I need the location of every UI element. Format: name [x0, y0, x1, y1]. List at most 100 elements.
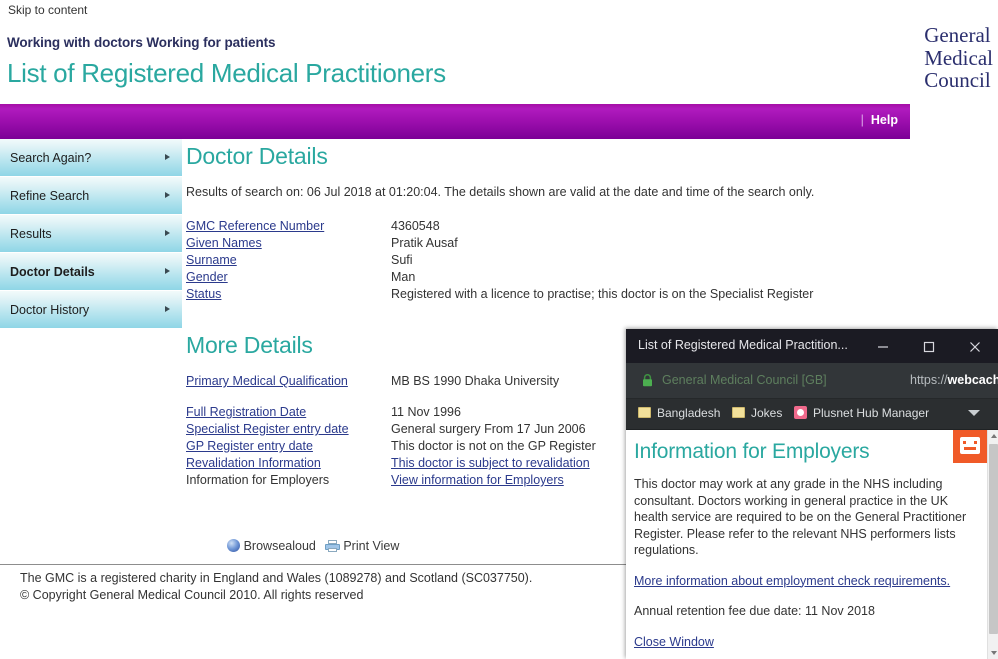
spacer-cell — [186, 391, 391, 405]
printer-icon — [325, 539, 341, 552]
maximize-button[interactable] — [906, 329, 952, 363]
detail-value-cell: Pratik Ausaf — [391, 236, 458, 250]
folder-icon — [638, 407, 651, 418]
detail-value-cell: View information for Employers — [391, 473, 596, 490]
chevron-right-icon — [165, 230, 170, 236]
table-row: Gender Man — [186, 270, 813, 287]
detail-label-cell: Full Registration Date — [186, 405, 391, 422]
close-button[interactable] — [952, 329, 998, 363]
url-domain: webcache.gmc-uk. — [947, 373, 998, 387]
chevron-down-icon[interactable] — [968, 410, 980, 416]
detail-label-cell: Information for Employers — [186, 473, 330, 487]
sidebar-item-label: Results — [10, 227, 52, 241]
skip-to-content-link[interactable]: Skip to content — [8, 3, 87, 17]
sidebar-item-doctor-details[interactable]: Doctor Details — [0, 253, 182, 291]
help-link[interactable]: Help — [871, 113, 898, 127]
detail-label-cell: Gender — [186, 270, 391, 287]
detail-label-link[interactable]: Status — [186, 287, 221, 301]
bookmark-jokes[interactable]: Jokes — [732, 406, 782, 420]
close-window-link[interactable]: Close Window — [634, 635, 714, 649]
detail-label-link[interactable]: Specialist Register entry date — [186, 422, 349, 436]
gmc-logo-line1: General — [924, 23, 991, 47]
table-row: Given Names Pratik Ausaf — [186, 236, 813, 253]
url-text: https://webcache.gmc-uk. — [910, 373, 998, 387]
popup-body-text: This doctor may work at any grade in the… — [634, 477, 967, 557]
browsealoud-button[interactable]: Browsealoud — [226, 538, 316, 553]
more-information-link[interactable]: More information about employment check … — [634, 574, 978, 588]
detail-label-link[interactable]: Revalidation Information — [186, 456, 321, 470]
popup-address-bar[interactable]: General Medical Council [GB] https://web… — [626, 363, 998, 399]
detail-label-link[interactable]: Surname — [186, 253, 237, 267]
table-row: Surname Sufi — [186, 253, 813, 270]
footer-copyright-text: © Copyright General Medical Council 2010… — [20, 588, 364, 603]
detail-label-link[interactable]: Gender — [186, 270, 228, 284]
gmc-logo: General Medical Council — [924, 24, 993, 92]
sidebar-item-refine-search[interactable]: Refine Search — [0, 177, 182, 215]
bookmark-label: Jokes — [751, 406, 783, 420]
detail-label-link[interactable]: GP Register entry date — [186, 439, 313, 453]
popup-window-title: List of Registered Medical Practition... — [638, 338, 848, 352]
print-view-button[interactable]: Print View — [325, 539, 399, 553]
site-identity-label: General Medical Council [GB] — [662, 373, 827, 387]
table-row: Primary Medical Qualification MB BS 1990… — [186, 374, 596, 391]
plusnet-icon — [794, 406, 807, 419]
sidebar-item-label: Search Again? — [10, 151, 92, 165]
scroll-down-icon[interactable] — [991, 651, 997, 655]
folder-icon — [732, 407, 745, 418]
spacer-cell — [391, 391, 596, 405]
robot-face-icon[interactable] — [953, 430, 987, 463]
sidebar-item-search-again[interactable]: Search Again? — [0, 139, 182, 177]
detail-label-link[interactable]: Full Registration Date — [186, 405, 306, 419]
popup-title-bar[interactable]: List of Registered Medical Practition... — [626, 329, 998, 363]
detail-value-cell: MB BS 1990 Dhaka University — [391, 374, 560, 388]
popup-scrollbar[interactable] — [987, 430, 998, 659]
detail-value-cell: Sufi — [391, 253, 413, 267]
detail-label-link[interactable]: Primary Medical Qualification — [186, 374, 348, 388]
close-icon — [970, 341, 980, 352]
table-row: GMC Reference Number 4360548 — [186, 219, 813, 236]
popup-bookmarks-bar: Bangladesh Jokes Plusnet Hub Manager — [626, 399, 998, 430]
nav-divider: | — [860, 113, 864, 127]
detail-label-cell: Surname — [186, 253, 391, 270]
scrollbar-thumb[interactable] — [989, 444, 998, 634]
gmc-logo-line2: Medical — [924, 45, 993, 70]
popup-page-content: Information for Employers This doctor ma… — [626, 430, 998, 659]
table-row: Full Registration Date 11 Nov 1996 — [186, 405, 596, 422]
view-information-for-employers-link[interactable]: View information for Employers — [391, 473, 564, 487]
chevron-right-icon — [165, 268, 170, 274]
page-header: Working with doctors Working for patient… — [0, 24, 998, 104]
minimize-button[interactable] — [860, 329, 906, 363]
search-timestamp-note: Results of search on: 06 Jul 2018 at 01:… — [186, 185, 815, 199]
page-footer: The GMC is a registered charity in Engla… — [20, 570, 532, 605]
scroll-up-icon[interactable] — [991, 434, 997, 438]
page-tools-row: Browsealoud Print View — [0, 538, 626, 553]
detail-label-cell: GP Register entry date — [186, 439, 391, 456]
detail-label-cell: Given Names — [186, 236, 391, 253]
doctor-details-table: GMC Reference Number 4360548 Given Names… — [186, 219, 813, 304]
doctor-details-heading: Doctor Details — [186, 143, 328, 169]
sidebar-item-doctor-history[interactable]: Doctor History — [0, 291, 182, 329]
sidebar-item-label: Refine Search — [10, 189, 90, 203]
minimize-icon — [878, 345, 888, 348]
table-row: Specialist Register entry date General s… — [186, 422, 596, 439]
site-tagline: Working with doctors Working for patient… — [7, 35, 276, 50]
bookmark-bangladesh[interactable]: Bangladesh — [638, 406, 720, 420]
revalidation-value-link[interactable]: This doctor is subject to revalidation — [391, 456, 590, 470]
detail-label-link[interactable]: GMC Reference Number — [186, 219, 324, 233]
more-details-table: Primary Medical Qualification MB BS 1990… — [186, 374, 596, 490]
popup-heading: Information for Employers — [634, 440, 870, 463]
detail-value-cell: Man — [391, 270, 416, 284]
maximize-icon — [923, 341, 935, 352]
main-navigation-bar: | Help — [0, 104, 910, 139]
sidebar-navigation: Search Again? Refine Search Results Doct… — [0, 139, 182, 354]
table-row: Status Registered with a licence to prac… — [186, 287, 813, 304]
popup-browser-window: List of Registered Medical Practition...… — [626, 329, 998, 659]
lock-icon — [643, 374, 652, 387]
footer-charity-text: The GMC is a registered charity in Engla… — [20, 571, 533, 585]
bookmark-label: Bangladesh — [657, 406, 721, 420]
detail-label-link[interactable]: Given Names — [186, 236, 262, 250]
browsealoud-icon — [226, 538, 240, 552]
sidebar-item-results[interactable]: Results — [0, 215, 182, 253]
bookmark-plusnet-hub-manager[interactable]: Plusnet Hub Manager — [794, 406, 929, 420]
detail-value-cell: Registered with a licence to practise; t… — [391, 287, 814, 301]
